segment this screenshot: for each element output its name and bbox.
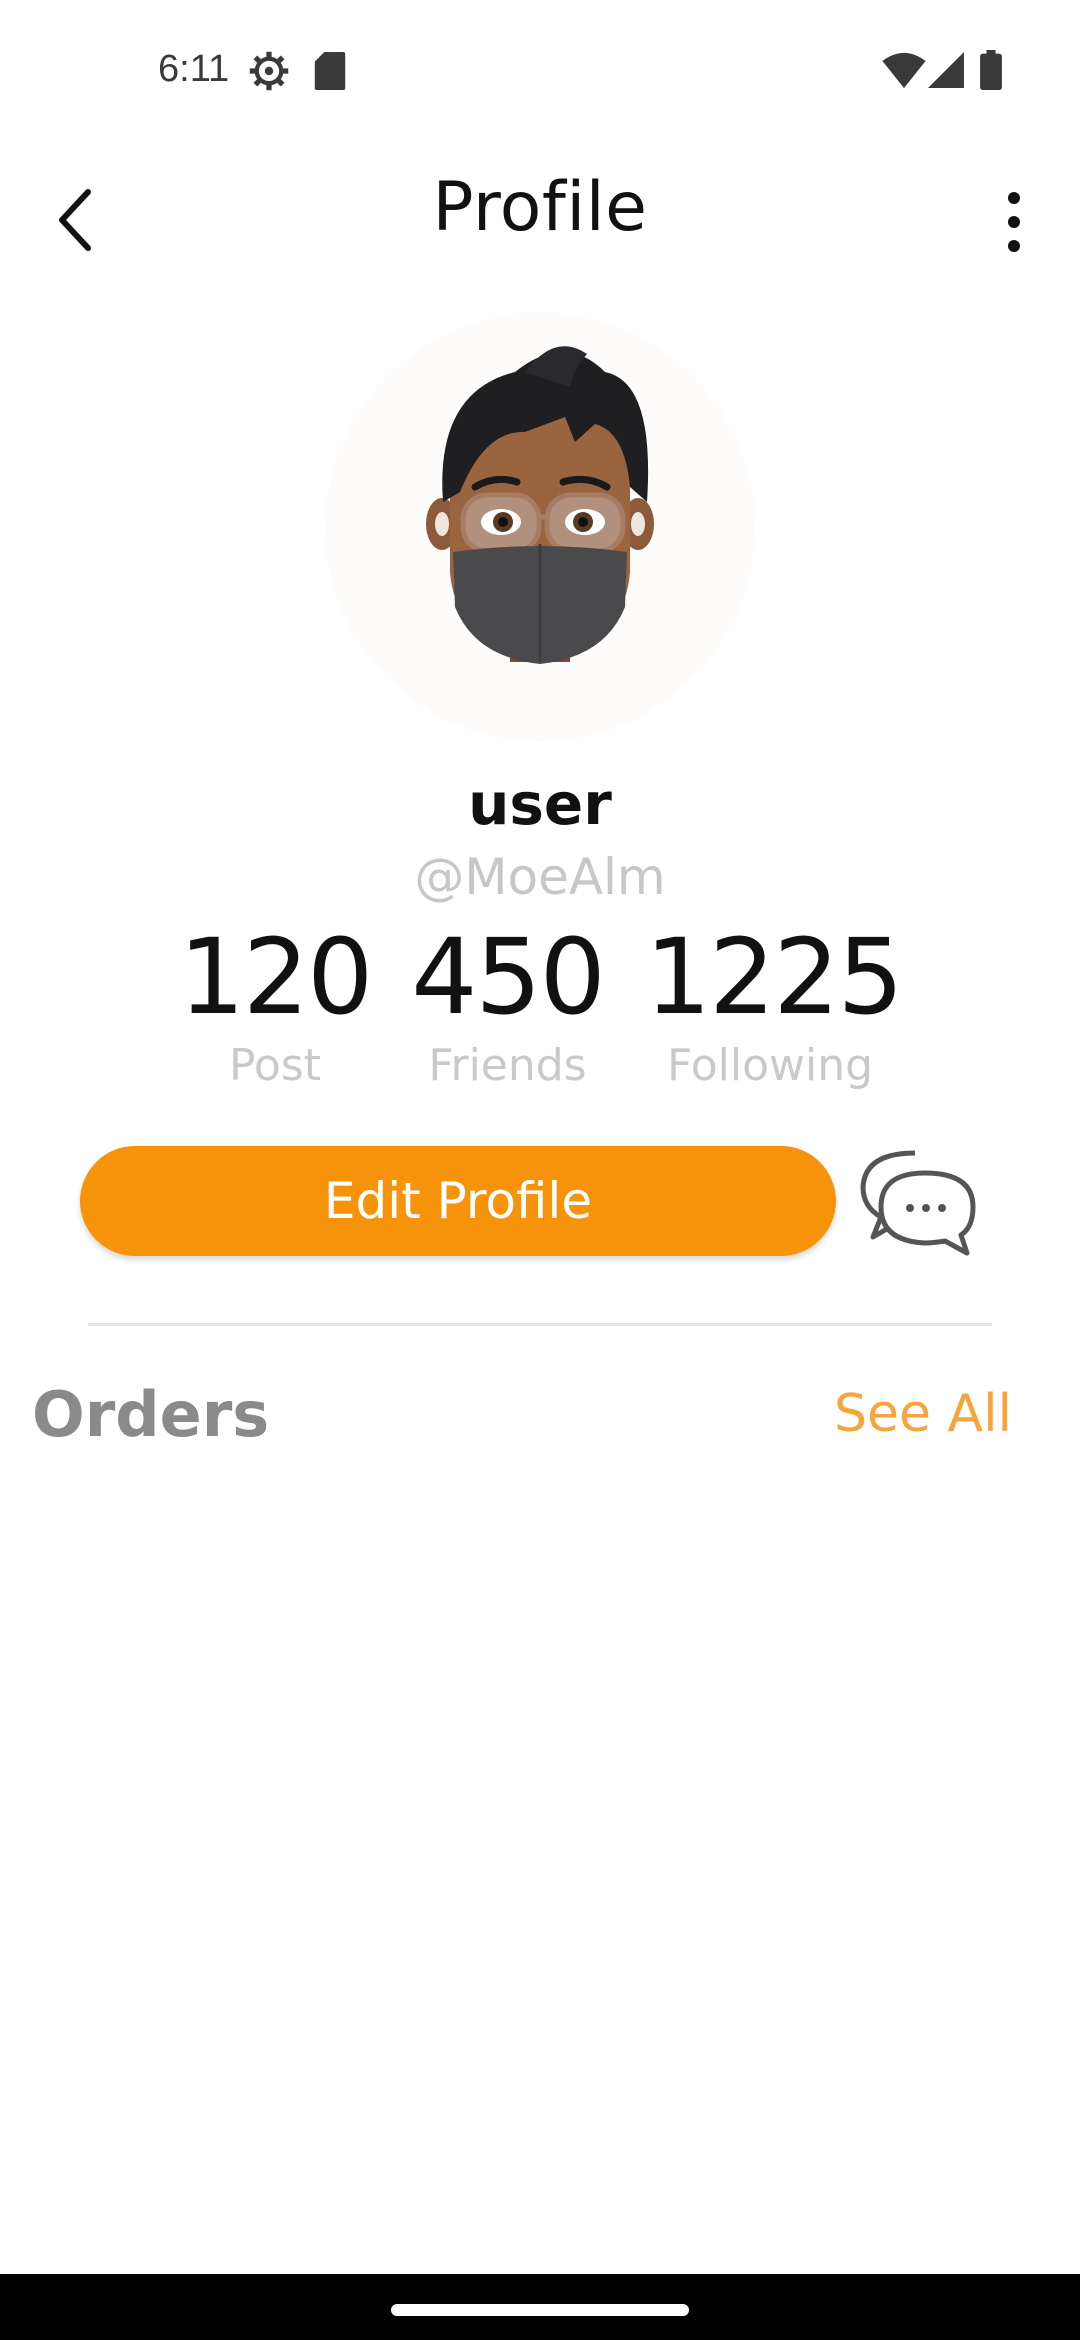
sd-card-icon xyxy=(314,52,346,90)
stat-following[interactable]: 1225 Following xyxy=(645,916,904,1092)
page-title: Profile xyxy=(432,168,648,247)
see-all-link[interactable]: See All xyxy=(834,1384,1012,1444)
home-gesture-handle[interactable] xyxy=(391,2304,689,2316)
navigation-bar xyxy=(0,2274,1080,2340)
chat-button[interactable] xyxy=(855,1145,980,1257)
gear-icon xyxy=(249,51,289,91)
avatar[interactable] xyxy=(325,312,755,742)
signal-icon xyxy=(928,52,964,88)
stat-label: Post xyxy=(228,1040,322,1092)
stat-label: Friends xyxy=(428,1040,587,1092)
battery-icon xyxy=(980,50,1002,90)
chat-bubbles-icon xyxy=(860,1150,976,1256)
memoji-avatar xyxy=(426,346,654,664)
more-vertical-icon xyxy=(1008,192,1020,252)
divider xyxy=(88,1323,992,1326)
stat-value: 120 xyxy=(178,916,374,1038)
edit-profile-button[interactable]: Edit Profile xyxy=(80,1146,836,1256)
orders-title: Orders xyxy=(32,1378,270,1451)
stat-friends[interactable]: 450 Friends xyxy=(400,916,615,1092)
more-options-button[interactable] xyxy=(994,184,1034,264)
stat-value: 1225 xyxy=(645,916,904,1038)
stat-value: 450 xyxy=(411,916,606,1038)
stat-label: Following xyxy=(666,1040,874,1092)
user-handle: @MoeAlm xyxy=(414,848,666,906)
app-bar: Profile xyxy=(0,140,1080,290)
username: user xyxy=(468,770,612,838)
status-time: 6:11 xyxy=(158,48,230,90)
wifi-icon xyxy=(882,52,926,88)
status-bar: 6:11 xyxy=(0,0,1080,140)
stat-post[interactable]: 120 Post xyxy=(175,916,375,1092)
